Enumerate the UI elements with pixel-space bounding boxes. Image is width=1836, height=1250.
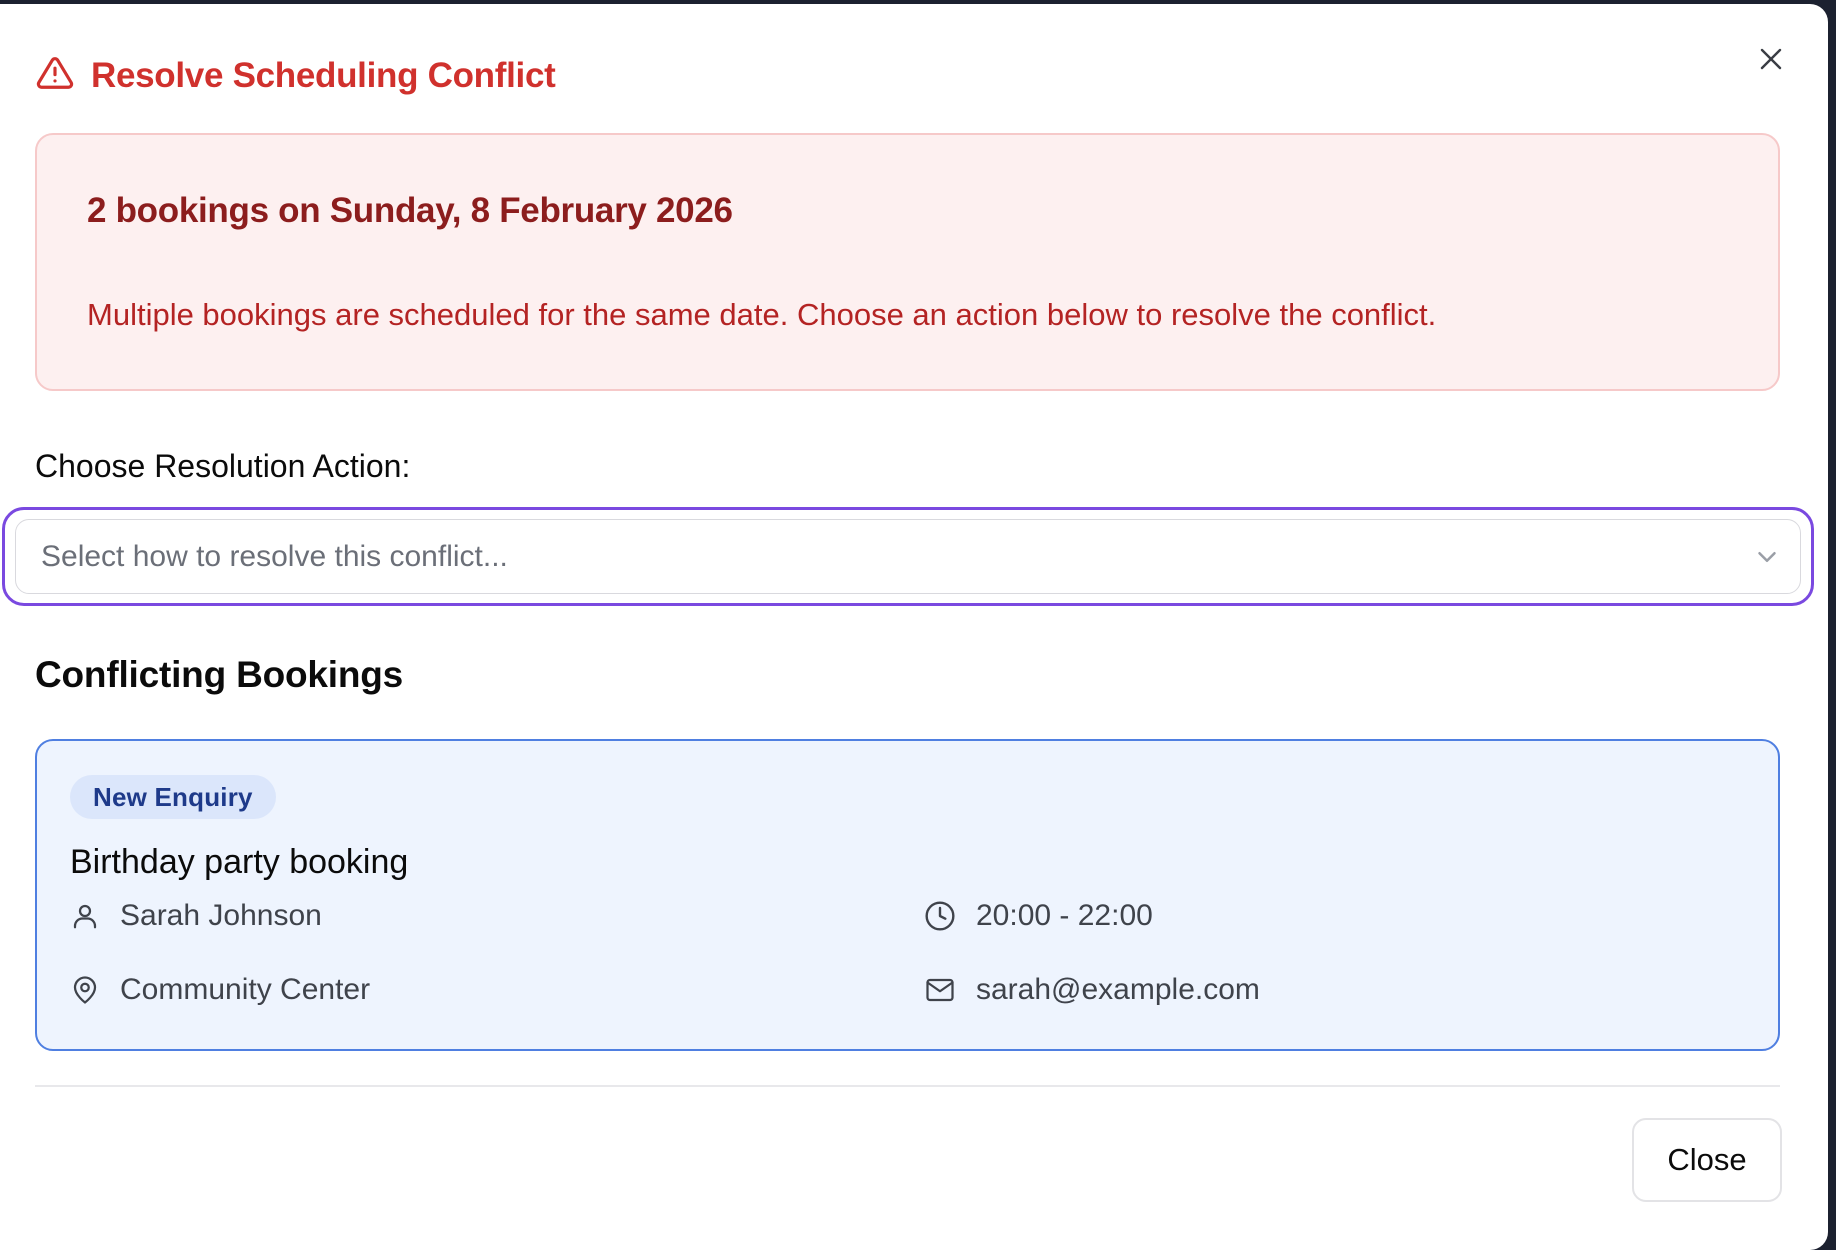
- clock-icon: [924, 900, 956, 932]
- close-button[interactable]: Close: [1632, 1118, 1782, 1202]
- booking-email-address: sarah@example.com: [976, 973, 1260, 1006]
- booking-customer: Sarah Johnson: [70, 899, 322, 933]
- resolve-conflict-dialog: Resolve Scheduling Conflict 2 bookings o…: [0, 4, 1828, 1250]
- booking-title: Birthday party booking: [70, 843, 409, 881]
- dialog-title: Resolve Scheduling Conflict: [91, 55, 556, 95]
- resolution-select-placeholder: Select how to resolve this conflict...: [41, 539, 508, 573]
- booking-customer-name: Sarah Johnson: [120, 899, 322, 932]
- alert-message: Multiple bookings are scheduled for the …: [87, 297, 1437, 332]
- status-badge: New Enquiry: [70, 775, 276, 819]
- close-icon[interactable]: [1754, 42, 1788, 76]
- chevron-down-icon: [1752, 542, 1782, 572]
- map-pin-icon: [70, 975, 100, 1005]
- alert-triangle-icon: [35, 54, 75, 97]
- resolution-select[interactable]: Select how to resolve this conflict...: [15, 519, 1801, 594]
- conflicting-bookings-heading: Conflicting Bookings: [35, 654, 404, 695]
- footer-divider: [35, 1085, 1780, 1087]
- booking-location: Community Center: [70, 973, 370, 1007]
- booking-time-range: 20:00 - 22:00: [976, 899, 1153, 932]
- conflict-alert: 2 bookings on Sunday, 8 February 2026 Mu…: [35, 133, 1780, 391]
- user-icon: [70, 901, 100, 931]
- resolution-label: Choose Resolution Action:: [35, 448, 411, 484]
- booking-card[interactable]: New Enquiry Birthday party booking Sarah…: [35, 739, 1780, 1051]
- booking-time: 20:00 - 22:00: [924, 899, 1153, 933]
- resolution-select-focus-ring: Select how to resolve this conflict...: [2, 507, 1814, 606]
- mail-icon: [924, 975, 956, 1005]
- dialog-header: Resolve Scheduling Conflict: [35, 54, 556, 97]
- alert-heading: 2 bookings on Sunday, 8 February 2026: [87, 191, 733, 230]
- booking-location-name: Community Center: [120, 973, 371, 1006]
- booking-email: sarah@example.com: [924, 973, 1260, 1007]
